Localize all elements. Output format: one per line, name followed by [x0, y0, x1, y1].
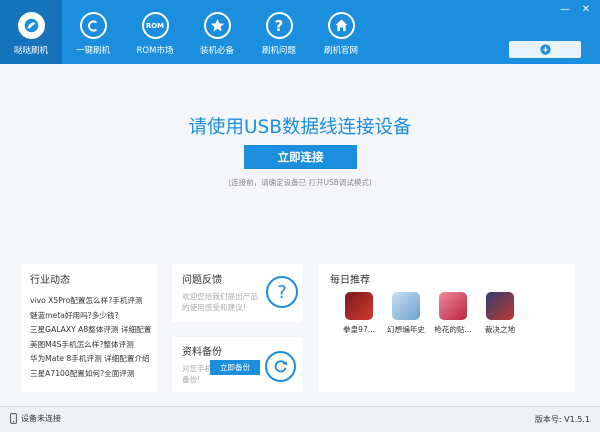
window-controls: — ✕ [559, 5, 592, 15]
minimize-button[interactable]: — [559, 5, 571, 15]
feedback-text-line: 的使用感受和建议! [182, 303, 246, 312]
news-item[interactable]: 三星A7100配置如何?全面评测 [30, 367, 151, 382]
nav-item-one-click-flash[interactable]: 一键刷机 [62, 0, 124, 64]
nav-label: 刷机官网 [323, 46, 358, 56]
nav-item-official-site[interactable]: 刷机官网 [310, 0, 372, 64]
rom-icon-text: ROM [145, 21, 165, 30]
app-item[interactable]: 幻想编年史 [383, 292, 429, 335]
version-label: 版本号: V1.5.1 [534, 415, 590, 424]
news-item[interactable]: vivo X5Pro配置怎么样?手机评测 [30, 294, 151, 309]
nav-label: 一键刷机 [75, 46, 110, 56]
close-button[interactable]: ✕ [580, 5, 592, 15]
star-icon [203, 12, 231, 39]
app-name: 幻想编年史 [387, 325, 425, 334]
feedback-panel: 问题反馈 欢迎您给我们提出产品 的使用感受和建议! ? [172, 264, 302, 322]
question-icon: ? [265, 12, 293, 39]
home-icon [327, 12, 355, 39]
panel-title: 行业动态 [30, 275, 70, 286]
download-icon [539, 44, 551, 55]
news-item[interactable]: 三星GALAXY A8整体评测 详细配置 [30, 323, 151, 338]
connect-now-button[interactable]: 立即连接 [244, 145, 357, 169]
app-name: 裁决之地 [484, 325, 516, 334]
panel-title: 问题反馈 [182, 275, 222, 286]
app-name: 枪花的贴... [434, 325, 472, 334]
panel-title: 资料备份 [182, 347, 222, 358]
backup-text-line: 备份! [182, 375, 201, 384]
nav-label: 装机必备 [199, 46, 234, 56]
app-icon [439, 292, 467, 320]
feedback-question-icon[interactable]: ? [266, 276, 298, 308]
app-item[interactable]: 裁决之地 [477, 292, 523, 335]
news-list: vivo X5Pro配置怎么样?手机评测 魅蓝meta好用吗?多少钱? 三星GA… [30, 294, 151, 382]
feedback-text: 欢迎您给我们提出产品 的使用感受和建议! [182, 291, 264, 313]
news-item[interactable]: 魅蓝meta好用吗?多少钱? [30, 309, 151, 324]
app-name: 拳皇97... [342, 325, 376, 334]
nav-item-essentials[interactable]: 装机必备 [186, 0, 248, 64]
device-status-text: 设备未连接 [21, 414, 61, 423]
nav-label: ROM市场 [136, 46, 174, 56]
rom-icon: ROM [141, 12, 169, 39]
backup-now-button[interactable]: 立即备份 [210, 360, 260, 375]
c-icon [79, 12, 107, 39]
nav-item-rom-market[interactable]: ROM ROM市场 [124, 0, 186, 64]
daily-recommend-panel: 每日推荐 拳皇97... 幻想编年史 枪花的贴... 裁决之地 [319, 264, 575, 392]
app-icon [345, 292, 373, 320]
hero-title: 请使用USB数据线连接设备 [188, 117, 412, 138]
industry-news-panel: 行业动态 vivo X5Pro配置怎么样?手机评测 魅蓝meta好用吗?多少钱?… [21, 264, 157, 392]
app-item[interactable]: 拳皇97... [336, 292, 382, 335]
phone-icon [10, 413, 17, 424]
nav-label: 刷机问题 [261, 46, 296, 56]
app-item[interactable]: 枪花的贴... [430, 292, 476, 335]
app-icon [486, 292, 514, 320]
news-item[interactable]: 美图M4S手机怎么样?整体评测 [30, 338, 151, 353]
device-status: 设备未连接 [10, 413, 61, 424]
data-backup-panel: 资料备份 对您手机 备份! 立即备份 [172, 337, 302, 392]
top-bar: 哒哒刷机 一键刷机 ROM ROM市场 装机必备 ? 刷机问题 刷机官网 — ✕ [0, 0, 600, 64]
app-icon [392, 292, 420, 320]
feedback-text-line: 欢迎您给我们提出产品 [182, 292, 258, 301]
question-glyph: ? [277, 281, 287, 303]
refresh-icon[interactable] [265, 351, 296, 382]
nav-item-home[interactable]: 哒哒刷机 [0, 0, 62, 64]
news-item[interactable]: 华为Mate 8手机评测 详细配置介绍 [30, 352, 151, 367]
status-bar: 设备未连接 版本号: V1.5.1 [0, 406, 600, 432]
main-nav: 哒哒刷机 一键刷机 ROM ROM市场 装机必备 ? 刷机问题 刷机官网 [0, 0, 372, 64]
connect-hint: (连接前，请确定设备已 打开USB调试模式) [228, 178, 372, 187]
nav-label: 哒哒刷机 [13, 46, 48, 56]
nav-item-flash-problems[interactable]: ? 刷机问题 [248, 0, 310, 64]
download-button[interactable] [509, 41, 581, 58]
logo-icon [17, 12, 45, 39]
panel-title: 每日推荐 [330, 275, 370, 286]
